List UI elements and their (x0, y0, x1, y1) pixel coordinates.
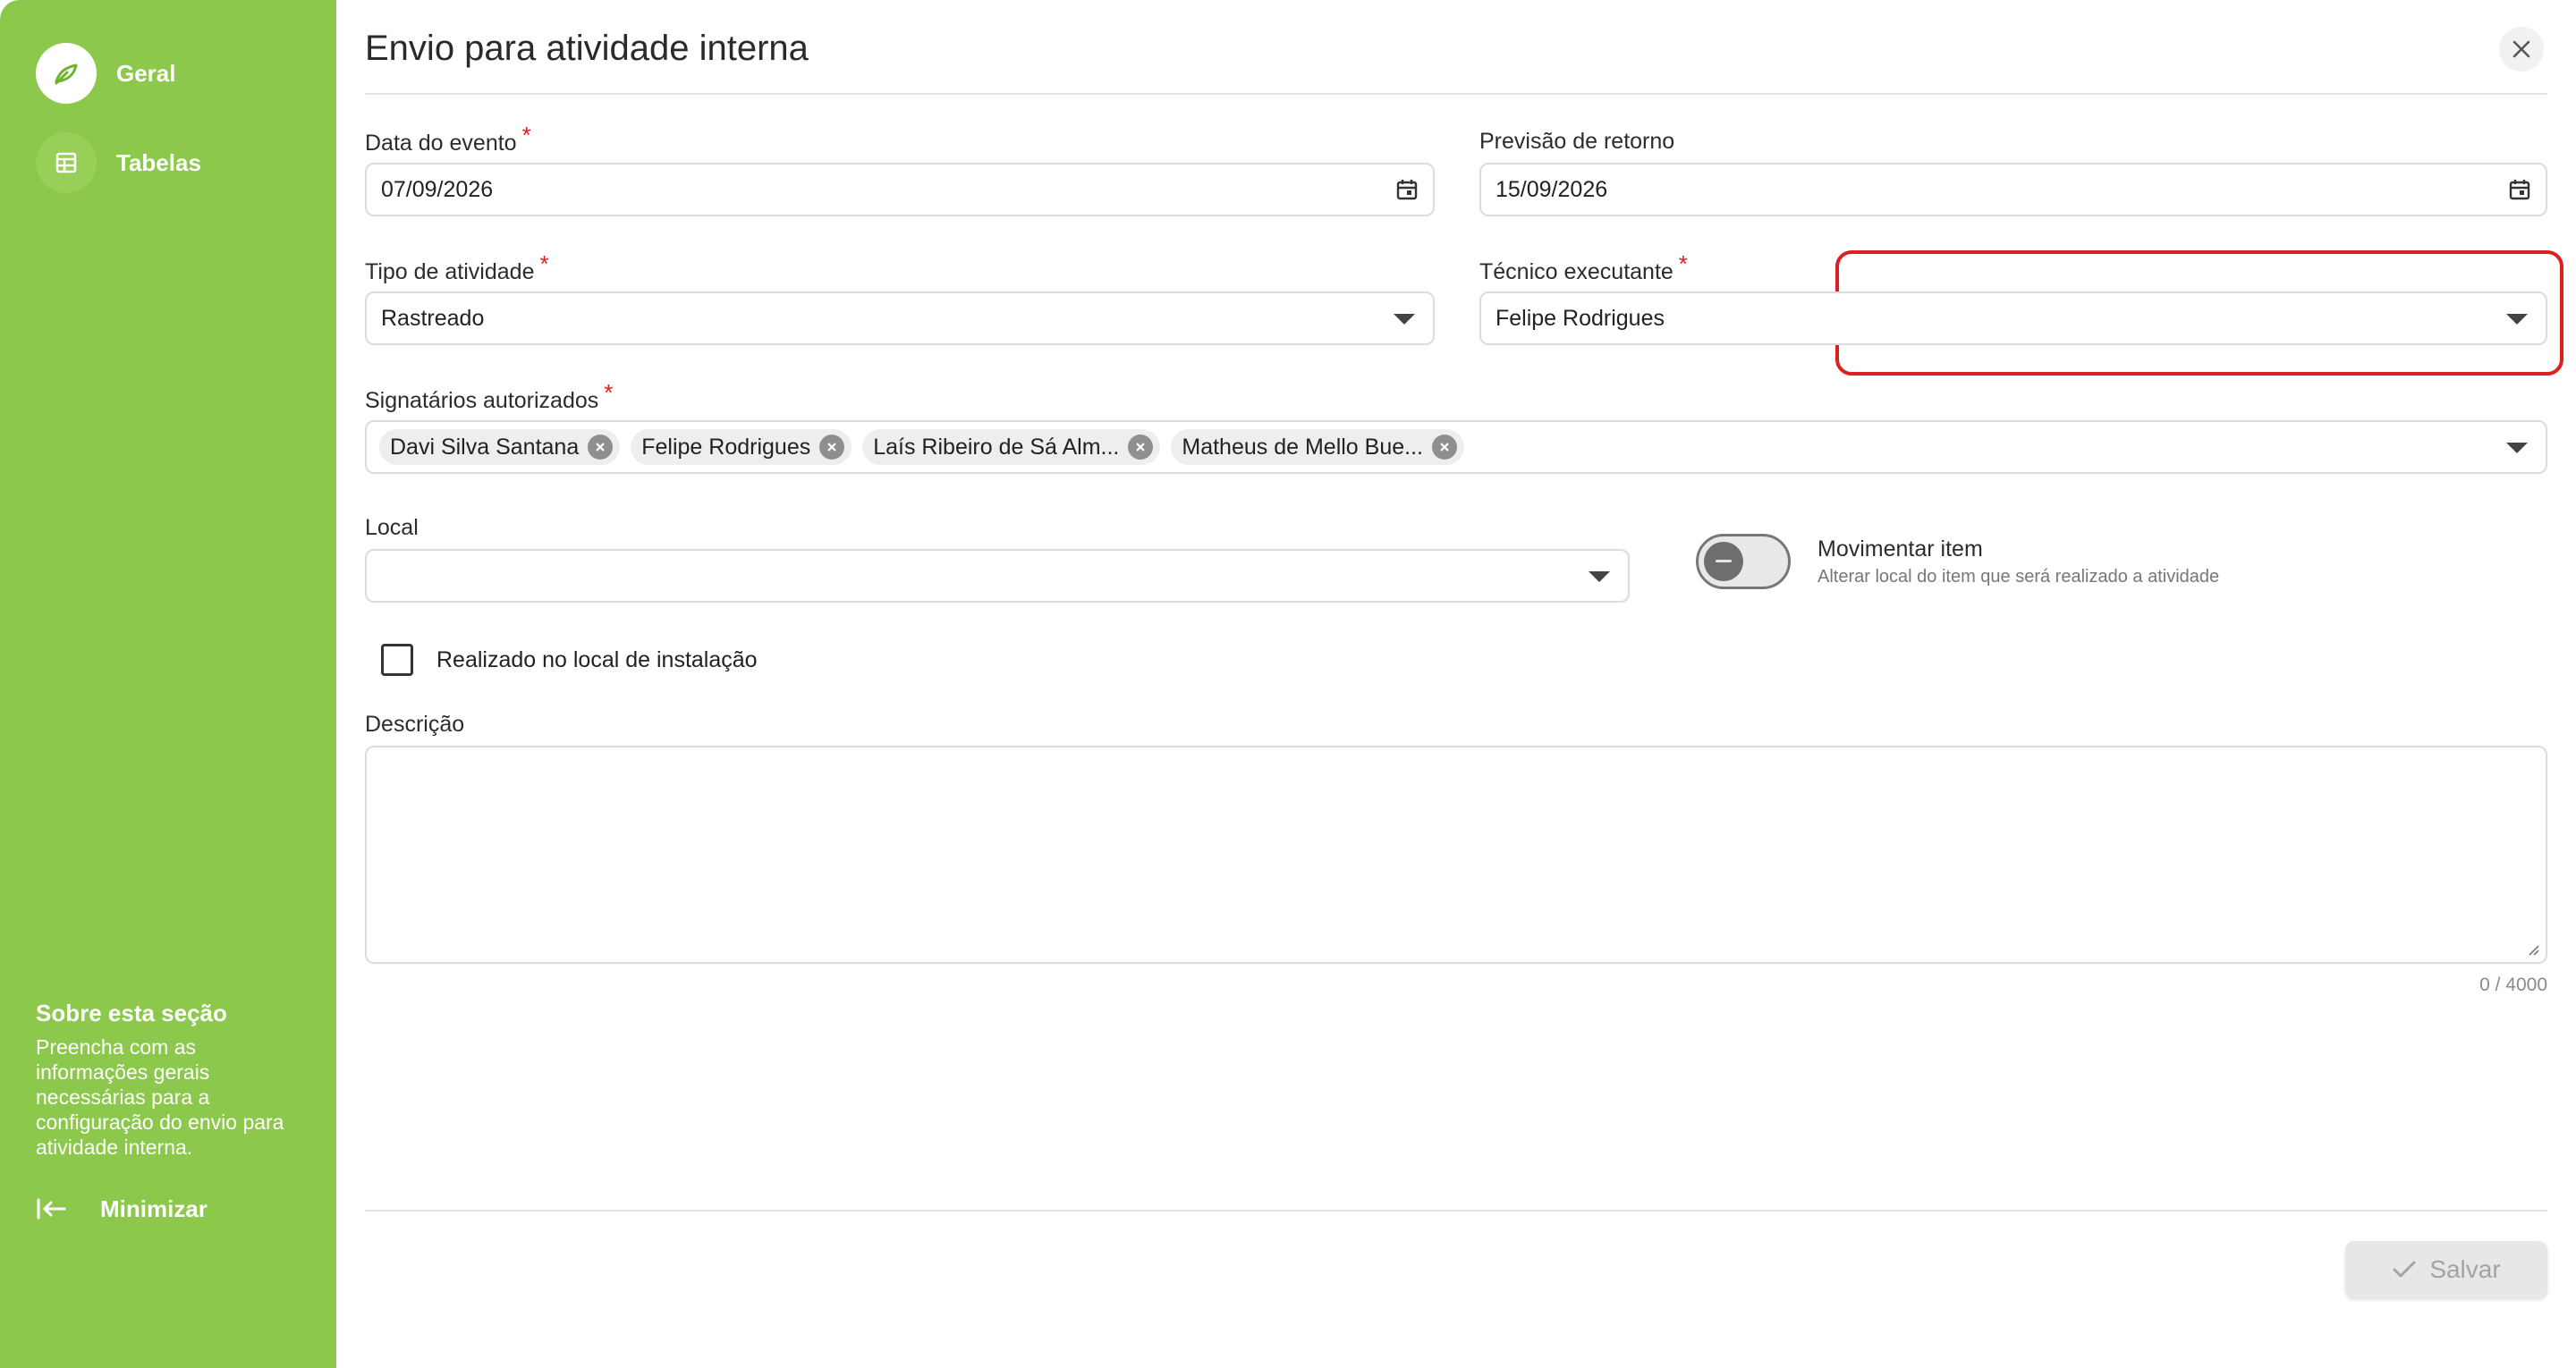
signatory-chip: Davi Silva Santana (379, 429, 621, 465)
chip-remove-icon[interactable] (1128, 435, 1154, 460)
close-icon (2512, 39, 2531, 59)
move-item-subtitle: Alterar local do item que será realizado… (1818, 567, 2220, 587)
installed-location-checkbox[interactable] (381, 644, 413, 676)
check-icon (2392, 1260, 2417, 1279)
toggle-knob (1704, 542, 1743, 581)
chip-remove-icon[interactable] (1431, 435, 1457, 460)
activity-type-select[interactable]: Rastreado (365, 291, 1435, 345)
event-date-label: Data do evento * (365, 122, 531, 156)
local-select[interactable] (365, 549, 1630, 603)
signatory-chip: Laís Ribeiro de Sá Alm... (862, 429, 1161, 465)
return-date-label: Previsão de retorno (1479, 129, 1675, 154)
caret-down-icon (1589, 571, 1610, 582)
dialog-title: Envio para atividade interna (365, 29, 809, 68)
caret-down-icon (2506, 443, 2528, 453)
character-counter: 0 / 4000 (2479, 975, 2547, 995)
required-asterisk: * (604, 379, 614, 406)
move-item-toggle[interactable] (1696, 534, 1791, 589)
required-asterisk: * (539, 250, 549, 277)
signatory-chip: Matheus de Mello Bue... (1171, 429, 1464, 465)
event-date-input[interactable]: 07/09/2026 (365, 163, 1435, 216)
move-item-title: Movimentar item (1818, 536, 1983, 562)
dialog-main: Envio para atividade interna Data do eve… (365, 0, 2563, 1368)
calendar-icon[interactable] (2508, 178, 2531, 201)
about-title: Sobre esta seção (36, 1000, 227, 1026)
table-icon (36, 132, 97, 193)
header-divider (365, 93, 2547, 95)
signatories-multiselect[interactable]: Davi Silva Santana Felipe Rodrigues Laís… (365, 420, 2547, 474)
about-text: Preencha com as informações gerais neces… (36, 1035, 284, 1159)
chip-remove-icon[interactable] (588, 435, 614, 460)
leaf-pencil-icon (36, 43, 97, 104)
required-asterisk: * (521, 122, 531, 148)
return-date-input[interactable]: 15/09/2026 (1479, 163, 2547, 216)
save-label: Salvar (2429, 1255, 2501, 1283)
close-button[interactable] (2499, 27, 2544, 72)
technician-select[interactable]: Felipe Rodrigues (1479, 291, 2547, 345)
footer-divider (365, 1210, 2547, 1212)
minimize-button[interactable]: Minimizar (36, 1189, 208, 1229)
caret-down-icon (2506, 314, 2528, 325)
collapse-left-icon (36, 1197, 66, 1220)
resize-handle-icon[interactable] (2526, 942, 2540, 957)
signatory-chip: Felipe Rodrigues (631, 429, 852, 465)
technician-label: Técnico executante * (1479, 250, 1688, 284)
sidebar-item-label: Geral (116, 59, 176, 87)
sidebar: Geral Tabelas Sobre esta seção Preencha … (0, 0, 336, 1368)
sidebar-item-geral[interactable]: Geral (36, 43, 176, 104)
chip-remove-icon[interactable] (819, 435, 845, 460)
description-textarea[interactable] (365, 746, 2547, 964)
required-asterisk: * (1678, 250, 1688, 277)
caret-down-icon (1394, 314, 1415, 325)
signatories-label: Signatários autorizados * (365, 379, 614, 413)
installed-location-label[interactable]: Realizado no local de instalação (436, 647, 758, 673)
calendar-icon[interactable] (1395, 178, 1419, 201)
save-button[interactable]: Salvar (2345, 1241, 2547, 1298)
minus-icon (1716, 560, 1732, 563)
sidebar-item-tabelas[interactable]: Tabelas (36, 132, 201, 193)
local-label: Local (365, 515, 419, 540)
description-label: Descrição (365, 712, 465, 737)
activity-type-label: Tipo de atividade * (365, 250, 549, 284)
minimize-label: Minimizar (100, 1195, 208, 1222)
about-section: Sobre esta seção Preencha com as informa… (36, 1000, 304, 1160)
sidebar-item-label: Tabelas (116, 148, 201, 176)
